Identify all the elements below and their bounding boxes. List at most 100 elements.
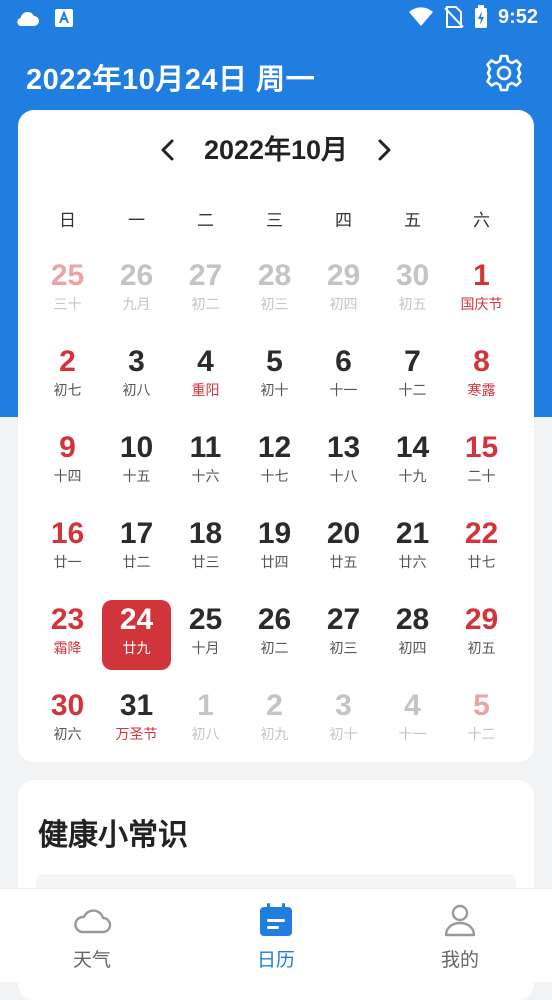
calendar-day[interactable]: 30 初六 [33, 686, 102, 756]
weekday-label: 三 [266, 211, 283, 230]
day-number: 11 [189, 431, 222, 464]
calendar-day[interactable]: 1 国庆节 [447, 256, 516, 326]
day-number: 25 [50, 259, 85, 292]
calendar-day[interactable]: 12 十七 [240, 428, 309, 498]
calendar-day[interactable]: 4 十一 [378, 686, 447, 756]
weekday-label: 二 [197, 211, 214, 230]
tab-profile[interactable]: 我的 [400, 903, 520, 972]
settings-gear-icon[interactable] [484, 53, 524, 93]
day-number: 14 [395, 431, 430, 464]
calendar-day[interactable]: 23 霜降 [33, 600, 102, 670]
cloud-notification-icon [17, 11, 39, 27]
lunar-date-label: 三十 [53, 296, 82, 312]
calendar-day[interactable]: 11 十六 [171, 428, 240, 498]
calendar-day[interactable]: 29 初四 [309, 256, 378, 326]
calendar-day[interactable]: 22 廿七 [447, 514, 516, 584]
calendar-day[interactable]: 29 初五 [447, 600, 516, 670]
lunar-date-label: 初五 [398, 296, 427, 312]
calendar-day[interactable]: 27 初二 [171, 256, 240, 326]
day-number: 1 [197, 689, 214, 722]
no-sim-icon [444, 6, 464, 28]
calendar-day[interactable]: 27 初三 [309, 600, 378, 670]
lunar-date-label: 廿五 [329, 554, 358, 570]
lunar-date-label: 十九 [398, 468, 427, 484]
tab-weather[interactable]: 天气 [32, 903, 152, 972]
calendar-day[interactable]: 9 十四 [33, 428, 102, 498]
day-number: 12 [257, 431, 292, 464]
lunar-date-label: 十二 [467, 726, 496, 742]
calendar-day[interactable]: 21 廿六 [378, 514, 447, 584]
month-title: 2022年10月 [203, 135, 349, 165]
lunar-date-label: 十一 [329, 382, 358, 398]
calendar-card: 2022年10月 日 一 二 三 四 五 六 25 三十 26 九月 27 初二 28 初三 2… [18, 110, 534, 762]
day-number: 30 [395, 259, 430, 292]
calendar-day[interactable]: 26 初二 [240, 600, 309, 670]
calendar-day[interactable]: 28 初三 [240, 256, 309, 326]
day-number: 27 [188, 259, 223, 292]
calendar-day[interactable]: 26 九月 [102, 256, 171, 326]
day-number: 5 [473, 689, 490, 722]
lunar-date-label: 十五 [122, 468, 151, 484]
lunar-date-label: 十一 [398, 726, 427, 742]
day-number: 1 [473, 259, 490, 292]
lunar-date-label: 廿一 [53, 554, 82, 570]
calendar-day[interactable]: 25 十月 [171, 600, 240, 670]
calendar-day[interactable]: 7 十二 [378, 342, 447, 412]
calendar-day[interactable]: 8 寒露 [447, 342, 516, 412]
day-number: 3 [128, 345, 145, 378]
tab-calendar[interactable]: 日历 [216, 903, 336, 972]
lunar-date-label: 初十 [260, 382, 289, 398]
lunar-date-label: 初四 [398, 640, 427, 656]
user-icon [444, 904, 476, 937]
day-number: 25 [188, 603, 223, 636]
lunar-date-label: 初二 [260, 640, 289, 656]
day-number: 28 [395, 603, 430, 636]
calendar-day[interactable]: 28 初四 [378, 600, 447, 670]
calendar-day-selected[interactable]: 24 廿九 [102, 600, 171, 670]
calendar-day[interactable]: 3 初十 [309, 686, 378, 756]
calendar-day[interactable]: 5 十二 [447, 686, 516, 756]
bottom-navigation: 天气 日历 我的 [0, 888, 552, 982]
previous-month-button[interactable] [150, 132, 186, 168]
weekday-label: 六 [473, 211, 490, 230]
day-number: 18 [188, 517, 223, 550]
health-tips-title: 健康小常识 [38, 819, 188, 852]
calendar-day[interactable]: 2 初九 [240, 686, 309, 756]
lunar-date-label: 初八 [191, 726, 220, 742]
calendar-day[interactable]: 6 十一 [309, 342, 378, 412]
calendar-day[interactable]: 3 初八 [102, 342, 171, 412]
day-number: 10 [119, 431, 154, 464]
battery-charging-icon [474, 5, 487, 28]
calendar-day[interactable]: 30 初五 [378, 256, 447, 326]
lunar-date-label: 廿六 [398, 554, 427, 570]
day-number: 26 [257, 603, 292, 636]
day-number: 24 [119, 603, 154, 636]
calendar-day[interactable]: 25 三十 [33, 256, 102, 326]
calendar-day[interactable]: 19 廿四 [240, 514, 309, 584]
day-number: 27 [326, 603, 361, 636]
lunar-date-label: 十七 [260, 468, 289, 484]
calendar-day[interactable]: 17 廿二 [102, 514, 171, 584]
calendar-day[interactable]: 31 万圣节 [102, 686, 171, 756]
lunar-date-label: 初三 [260, 296, 289, 312]
lunar-date-label: 霜降 [53, 640, 82, 656]
lunar-date-label: 初九 [260, 726, 289, 742]
calendar-day[interactable]: 16 廿一 [33, 514, 102, 584]
next-month-button[interactable] [366, 132, 402, 168]
calendar-day[interactable]: 2 初七 [33, 342, 102, 412]
weekday-label: 日 [59, 211, 76, 230]
calendar-day[interactable]: 10 十五 [102, 428, 171, 498]
calendar-day[interactable]: 5 初十 [240, 342, 309, 412]
calendar-day[interactable]: 4 重阳 [171, 342, 240, 412]
weekday-label: 四 [335, 211, 352, 230]
calendar-day[interactable]: 1 初八 [171, 686, 240, 756]
calendar-day[interactable]: 13 十八 [309, 428, 378, 498]
lunar-date-label: 廿二 [122, 554, 151, 570]
day-number: 6 [335, 345, 352, 378]
day-number: 19 [257, 517, 292, 550]
calendar-day[interactable]: 20 廿五 [309, 514, 378, 584]
calendar-day[interactable]: 15 二十 [447, 428, 516, 498]
calendar-day[interactable]: 18 廿三 [171, 514, 240, 584]
day-number: 4 [197, 345, 214, 378]
calendar-day[interactable]: 14 十九 [378, 428, 447, 498]
